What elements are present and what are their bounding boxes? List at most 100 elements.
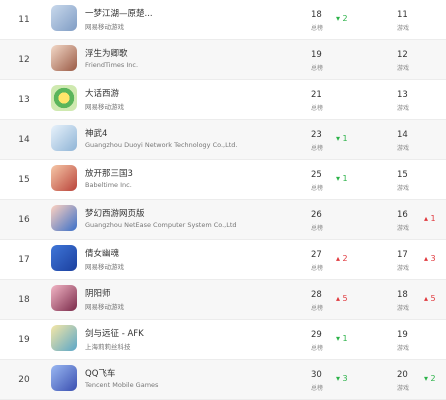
total-rank-change: ▾ 1 [336,174,348,183]
publisher-name: Guangzhou Duoyi Network Technology Co.,L… [85,141,238,149]
total-rank-label: 总榜 [311,265,324,272]
total-rank: 30 [311,370,322,380]
total-rank-label: 总榜 [311,65,324,72]
shenwu4-app-icon[interactable] [51,125,77,151]
game-rank: 19 [397,330,408,340]
list-item[interactable]: 14 神武4 Guangzhou Duoyi Network Technology … [0,120,446,160]
game-rank: 20 [397,370,408,380]
list-item[interactable]: 17 倩女幽魂网易移动游戏 27 总榜 ▴ 2 17 游戏 ▴ 3 [0,240,446,280]
game-rank: 18 [397,290,408,300]
publisher-name: 网易移动游戏 [85,303,124,311]
game-rank-label: 游戏 [397,105,410,112]
rank-number: 17 [18,255,30,265]
app-name[interactable]: QQ飞车 [85,367,115,379]
game-rank-change: ▾ 2 [424,374,436,383]
rank-number: 12 [18,55,30,65]
app-name[interactable]: 阴阳师 [85,287,111,299]
total-rank-change: ▾ 1 [336,134,348,143]
total-rank: 27 [311,250,322,260]
total-rank-label: 总榜 [311,385,324,392]
game-rank-label: 游戏 [397,185,410,192]
rank-number: 20 [18,375,30,385]
app-name[interactable]: 放开那三国3 [85,167,133,179]
publisher-name: 网易移动游戏 [85,263,124,271]
total-rank-change: ▴ 5 [336,294,348,303]
fangkai-nasanguo3-app-icon[interactable] [51,165,77,191]
app-name[interactable]: 倩女幽魂 [85,247,119,259]
total-rank: 21 [311,90,322,100]
afk-arena-app-icon[interactable] [51,325,77,351]
publisher-name: Guangzhou NetEase Computer System Co.,Lt… [85,221,237,229]
app-name[interactable]: 大话西游 [85,87,119,99]
total-rank-change: ▾ 2 [336,14,348,23]
fushengweiqingge-app-icon[interactable] [51,45,77,71]
publisher-name: 上海莉莉丝科技 [85,343,131,351]
game-rank-change: ▴ 3 [424,254,436,263]
publisher-name: FriendTimes Inc. [85,61,139,69]
ranking-list: 11 一梦江湖—原楚... 网易移动游戏 18 总榜 ▾ 2 11 游戏 12 浮生为卿歌 Frie… [0,0,446,400]
publisher-name: Babeltime Inc. [85,181,132,189]
publisher-name: 网易移动游戏 [85,103,124,111]
game-rank-label: 游戏 [397,265,410,272]
game-rank-label: 游戏 [397,25,410,32]
list-item[interactable]: 12 浮生为卿歌 FriendTimes Inc. 19 总榜 12 游戏 [0,40,446,80]
total-rank-label: 总榜 [311,145,324,152]
list-item[interactable]: 19 剑与远征 - AFK 上海莉莉丝科技 29 总榜 ▾ 1 19 游戏 [0,320,446,360]
game-rank-label: 游戏 [397,305,410,312]
game-rank-label: 游戏 [397,145,410,152]
menghuan-xiyou-web-app-icon[interactable] [51,205,77,231]
rank-number: 16 [18,215,30,225]
total-rank: 25 [311,170,322,180]
rank-number: 19 [18,335,30,345]
total-rank: 23 [311,130,322,140]
list-item[interactable]: 16 梦幻西游网页版 Guangzhou NetEase Computer Syst… [0,200,446,240]
rank-number: 15 [18,175,30,185]
total-rank-label: 总榜 [311,225,324,232]
game-rank-label: 游戏 [397,385,410,392]
game-rank-label: 游戏 [397,225,410,232]
app-name[interactable]: 梦幻西游网页版 [85,207,145,219]
total-rank: 26 [311,210,322,220]
game-rank: 11 [397,10,408,20]
chu-liuxiang-app-icon[interactable] [51,5,77,31]
game-rank-label: 游戏 [397,345,410,352]
list-item[interactable]: 15 放开那三国3 Babeltime Inc. 25 总榜 ▾ 1 15 游戏 [0,160,446,200]
list-item[interactable]: 18 阴阳师网易移动游戏 28 总榜 ▴ 5 18 游戏 ▴ 5 [0,280,446,320]
total-rank-change: ▴ 2 [336,254,348,263]
list-item[interactable]: 20 QQ飞车 Tencent Mobile Games 30 总榜 ▾ 3 20 游戏 ▾ 2 [0,360,446,400]
list-item[interactable]: 11 一梦江湖—原楚... 网易移动游戏 18 总榜 ▾ 2 11 游戏 [0,0,446,40]
total-rank-label: 总榜 [311,345,324,352]
total-rank-label: 总榜 [311,105,324,112]
rank-number: 18 [18,295,30,305]
total-rank-label: 总榜 [311,25,324,32]
total-rank: 28 [311,290,322,300]
publisher-name: Tencent Mobile Games [85,381,159,389]
app-name[interactable]: 一梦江湖—原楚... [85,7,153,19]
app-name[interactable]: 浮生为卿歌 [85,47,128,59]
list-item[interactable]: 13 大话西游 网易移动游戏 21 总榜 13 游戏 [0,80,446,120]
qiannv-youhun-app-icon[interactable] [51,245,77,271]
qq-speed-app-icon[interactable] [51,365,77,391]
game-rank-label: 游戏 [397,65,410,72]
rank-number: 13 [18,95,30,105]
total-rank-label: 总榜 [311,185,324,192]
game-rank-change: ▴ 1 [424,214,436,223]
app-name[interactable]: 神武4 [85,127,107,139]
game-rank: 17 [397,250,408,260]
total-rank-change: ▾ 1 [336,334,348,343]
game-rank: 15 [397,170,408,180]
dahuaxiyou-app-icon[interactable] [51,85,77,111]
rank-number: 11 [18,15,30,25]
total-rank: 29 [311,330,322,340]
game-rank: 12 [397,50,408,60]
app-name[interactable]: 剑与远征 - AFK [85,327,144,339]
total-rank: 18 [311,10,322,20]
yinyangshi-app-icon[interactable] [51,285,77,311]
total-rank: 19 [311,50,322,60]
game-rank-change: ▴ 5 [424,294,436,303]
total-rank-label: 总榜 [311,305,324,312]
publisher-name: 网易移动游戏 [85,23,124,31]
rank-number: 14 [18,135,30,145]
total-rank-change: ▾ 3 [336,374,348,383]
game-rank: 14 [397,130,408,140]
